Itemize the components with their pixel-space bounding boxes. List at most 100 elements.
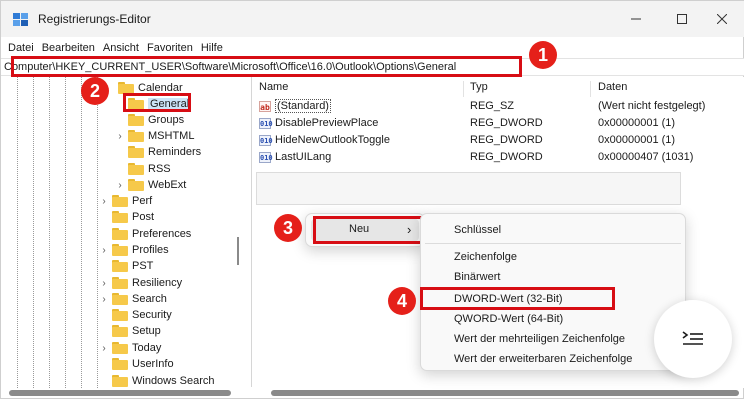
tree-item-label: RSS (148, 163, 171, 175)
tree-item-rss[interactable]: RSS (128, 161, 171, 177)
value-data: 0x00000001 (1) (598, 134, 676, 146)
registry-editor-window: Registrierungs-Editor Datei Bearbeiten A… (0, 0, 744, 399)
string-value-icon: ab (259, 101, 271, 112)
value-name-text: (Standard) (275, 99, 331, 113)
tree-guide-line (17, 77, 18, 388)
tree-item-userinfo[interactable]: UserInfo (112, 356, 174, 372)
tree-item-preferences[interactable]: Preferences (112, 226, 191, 242)
dword-value-icon: 010 (259, 152, 273, 163)
tree-item-label: WebExt (148, 179, 187, 191)
tree-item-setup[interactable]: Setup (112, 323, 161, 339)
table-row[interactable]: 010 DisablePreviewPlace REG_DWORD 0x0000… (253, 116, 744, 132)
tree-item-windows-search[interactable]: Windows Search (112, 373, 215, 388)
tree-item-label: Preferences (132, 228, 192, 240)
tree-item-reminders[interactable]: Reminders (128, 144, 201, 160)
menu-view[interactable]: Ansicht (99, 39, 143, 57)
tree-item-pst[interactable]: PST (112, 258, 153, 274)
floating-action-button[interactable] (654, 300, 732, 378)
list-horizontal-scrollbar[interactable] (271, 390, 739, 396)
chevron-right-icon[interactable]: › (99, 275, 109, 291)
address-highlight (11, 56, 522, 77)
folder-icon (112, 195, 128, 207)
menu-separator (425, 243, 681, 244)
window-title: Registrierungs-Editor (38, 12, 151, 26)
value-data: 0x00000001 (1) (598, 117, 676, 129)
step-badge-4: 4 (388, 287, 416, 315)
table-row[interactable]: ab (Standard) REG_SZ (Wert nicht festgel… (253, 99, 744, 115)
submenu-item-expandable-string[interactable]: Wert der erweiterbaren Zeichenfolge (454, 353, 632, 365)
folder-icon (128, 130, 144, 142)
tree-item-label: Perf (132, 195, 153, 207)
tree-item-today[interactable]: › Today (99, 340, 161, 356)
folder-icon (128, 114, 144, 126)
tree-item-label: Windows Search (132, 375, 215, 387)
dword-item-highlight (420, 287, 615, 310)
tree-item-label: Security (132, 309, 172, 321)
tree-item-profiles[interactable]: › Profiles (99, 242, 169, 258)
column-header-data[interactable]: Daten (598, 81, 627, 93)
chevron-right-icon[interactable]: › (115, 177, 125, 193)
folder-icon (112, 325, 128, 337)
table-row[interactable]: 010 LastUILang REG_DWORD 0x00000407 (103… (253, 150, 744, 166)
column-header-type[interactable]: Typ (470, 81, 488, 93)
column-separator[interactable] (590, 81, 591, 97)
chevron-right-icon[interactable]: › (99, 242, 109, 258)
registry-editor-icon (13, 13, 28, 26)
tree-item-label: Reminders (148, 146, 202, 158)
close-button[interactable] (699, 1, 744, 37)
tree-item-groups[interactable]: Groups (128, 112, 184, 128)
new-item-highlight (313, 216, 423, 244)
tree-item-resiliency[interactable]: › Resiliency (99, 275, 182, 291)
submenu-item-string[interactable]: Zeichenfolge (454, 251, 517, 263)
tree-item-label: UserInfo (132, 358, 174, 370)
tree-item-label: Post (132, 211, 155, 223)
tree-item-post[interactable]: Post (112, 209, 154, 225)
step-badge-1: 1 (529, 41, 557, 69)
pane-splitter-grip[interactable] (237, 237, 239, 265)
folder-icon (112, 293, 128, 305)
title-bar: Registrierungs-Editor (1, 1, 744, 37)
dword-value-icon: 010 (259, 118, 273, 129)
empty-list-area[interactable] (256, 172, 681, 205)
submenu-item-binary[interactable]: Binärwert (454, 271, 500, 283)
tree-item-perf[interactable]: › Perf (99, 193, 152, 209)
menu-edit[interactable]: Bearbeiten (38, 39, 99, 57)
folder-icon (112, 211, 128, 223)
column-header-name[interactable]: Name (259, 81, 288, 93)
submenu-item-multi-string[interactable]: Wert der mehrteiligen Zeichenfolge (454, 333, 625, 345)
folder-icon (128, 146, 144, 158)
tree-item-label: PST (132, 260, 154, 272)
step-badge-3: 3 (274, 214, 302, 242)
submenu-item-qword[interactable]: QWORD-Wert (64-Bit) (454, 313, 563, 325)
folder-icon (128, 163, 144, 175)
tree-item-mshtml[interactable]: › MSHTML (115, 128, 194, 144)
pane-divider[interactable] (251, 77, 252, 387)
tree-item-search[interactable]: › Search (99, 291, 167, 307)
folder-icon (112, 342, 128, 354)
value-type: REG_DWORD (470, 117, 543, 129)
menu-favorites[interactable]: Favoriten (143, 39, 197, 57)
menu-help[interactable]: Hilfe (197, 39, 227, 57)
folder-icon (112, 375, 128, 387)
tree-horizontal-scrollbar[interactable] (9, 390, 231, 396)
tree-item-security[interactable]: Security (112, 307, 172, 323)
minimize-button[interactable] (613, 1, 659, 37)
tree-item-label: Groups (148, 114, 185, 126)
menu-file[interactable]: Datei (4, 39, 38, 57)
table-row[interactable]: 010 HideNewOutlookToggle REG_DWORD 0x000… (253, 133, 744, 149)
chevron-right-icon[interactable]: › (115, 128, 125, 144)
value-name: (Standard) (275, 99, 331, 113)
tree-item-webext[interactable]: › WebExt (115, 177, 186, 193)
chevron-right-icon[interactable]: › (99, 291, 109, 307)
folder-icon (112, 277, 128, 289)
column-separator[interactable] (463, 81, 464, 97)
submenu-item-key[interactable]: Schlüssel (454, 224, 501, 236)
chevron-right-icon[interactable]: › (99, 193, 109, 209)
tree-guide-line (97, 77, 98, 388)
chevron-right-icon[interactable]: › (99, 340, 109, 356)
tree-guide-line (81, 77, 82, 388)
maximize-icon (677, 14, 687, 24)
close-icon (717, 14, 727, 24)
dword-value-icon: 010 (259, 135, 273, 146)
value-name: HideNewOutlookToggle (275, 134, 390, 146)
